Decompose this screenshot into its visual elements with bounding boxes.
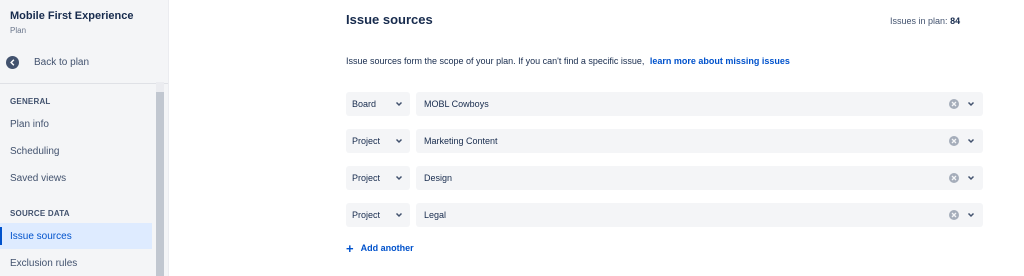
arrow-left-icon bbox=[6, 56, 19, 69]
back-to-plan-label: Back to plan bbox=[34, 57, 90, 68]
close-icon[interactable] bbox=[949, 173, 959, 183]
source-type-select[interactable]: Project bbox=[346, 166, 410, 190]
sidebar-item-plan-info[interactable]: Plan info bbox=[0, 111, 152, 137]
close-icon[interactable] bbox=[949, 99, 959, 109]
sidebar-divider bbox=[0, 83, 168, 84]
source-value-select[interactable]: MOBL Cowboys bbox=[416, 92, 983, 116]
plan-name: Mobile First Experience bbox=[10, 10, 134, 22]
chevron-down-icon bbox=[395, 101, 403, 107]
source-value: Design bbox=[424, 173, 453, 183]
plus-icon: + bbox=[346, 240, 354, 256]
sidebar-item-scheduling[interactable]: Scheduling bbox=[0, 138, 152, 164]
source-row: Board MOBL Cowboys bbox=[346, 92, 984, 116]
page-title: Issue sources bbox=[346, 12, 433, 27]
sidebar-item-saved-views[interactable]: Saved views bbox=[0, 165, 152, 191]
source-type-select[interactable]: Project bbox=[346, 129, 410, 153]
section-heading-source-data: SOURCE DATA bbox=[10, 209, 70, 218]
source-value: MOBL Cowboys bbox=[424, 99, 489, 109]
sidebar-item-exclusion-rules[interactable]: Exclusion rules bbox=[0, 250, 152, 276]
sidebar-item-issue-sources[interactable]: Issue sources bbox=[0, 223, 152, 249]
source-type-value: Project bbox=[352, 210, 381, 220]
issues-label: Issues in plan: bbox=[890, 16, 948, 26]
source-value-select[interactable]: Legal bbox=[416, 203, 983, 227]
plan-type: Plan bbox=[10, 26, 27, 35]
issues-count: 84 bbox=[950, 16, 961, 26]
close-icon[interactable] bbox=[949, 210, 959, 220]
source-row: Project Marketing Content bbox=[346, 129, 984, 153]
source-value-select[interactable]: Marketing Content bbox=[416, 129, 983, 153]
chevron-down-icon[interactable] bbox=[967, 211, 975, 219]
source-row: Project Legal bbox=[346, 203, 984, 227]
back-to-plan-link[interactable]: Back to plan bbox=[6, 56, 89, 69]
source-value-select[interactable]: Design bbox=[416, 166, 983, 190]
source-row: Project Design bbox=[346, 166, 984, 190]
source-type-value: Project bbox=[352, 173, 381, 183]
source-type-value: Board bbox=[352, 99, 377, 109]
sidebar-scrollbar[interactable] bbox=[156, 82, 164, 276]
description: Issue sources form the scope of your pla… bbox=[346, 56, 790, 66]
chevron-down-icon[interactable] bbox=[967, 137, 975, 145]
chevron-down-icon bbox=[395, 138, 403, 144]
source-type-select[interactable]: Project bbox=[346, 203, 410, 227]
add-another-button[interactable]: + Add another bbox=[346, 240, 414, 256]
learn-more-link[interactable]: learn more about missing issues bbox=[650, 56, 790, 66]
source-type-value: Project bbox=[352, 136, 381, 146]
add-another-label: Add another bbox=[360, 243, 414, 253]
description-text: Issue sources form the scope of your pla… bbox=[346, 56, 645, 66]
source-value: Marketing Content bbox=[424, 136, 498, 146]
close-icon[interactable] bbox=[949, 136, 959, 146]
source-type-select[interactable]: Board bbox=[346, 92, 410, 116]
section-heading-general: GENERAL bbox=[10, 97, 51, 106]
source-value: Legal bbox=[424, 210, 447, 220]
scrollbar-thumb[interactable] bbox=[156, 92, 164, 276]
sidebar: Mobile First Experience Plan Back to pla… bbox=[0, 0, 169, 276]
issues-in-plan: Issues in plan: 84 bbox=[890, 16, 960, 26]
chevron-down-icon[interactable] bbox=[967, 174, 975, 182]
chevron-down-icon bbox=[395, 175, 403, 181]
chevron-down-icon bbox=[395, 212, 403, 218]
chevron-down-icon[interactable] bbox=[967, 100, 975, 108]
